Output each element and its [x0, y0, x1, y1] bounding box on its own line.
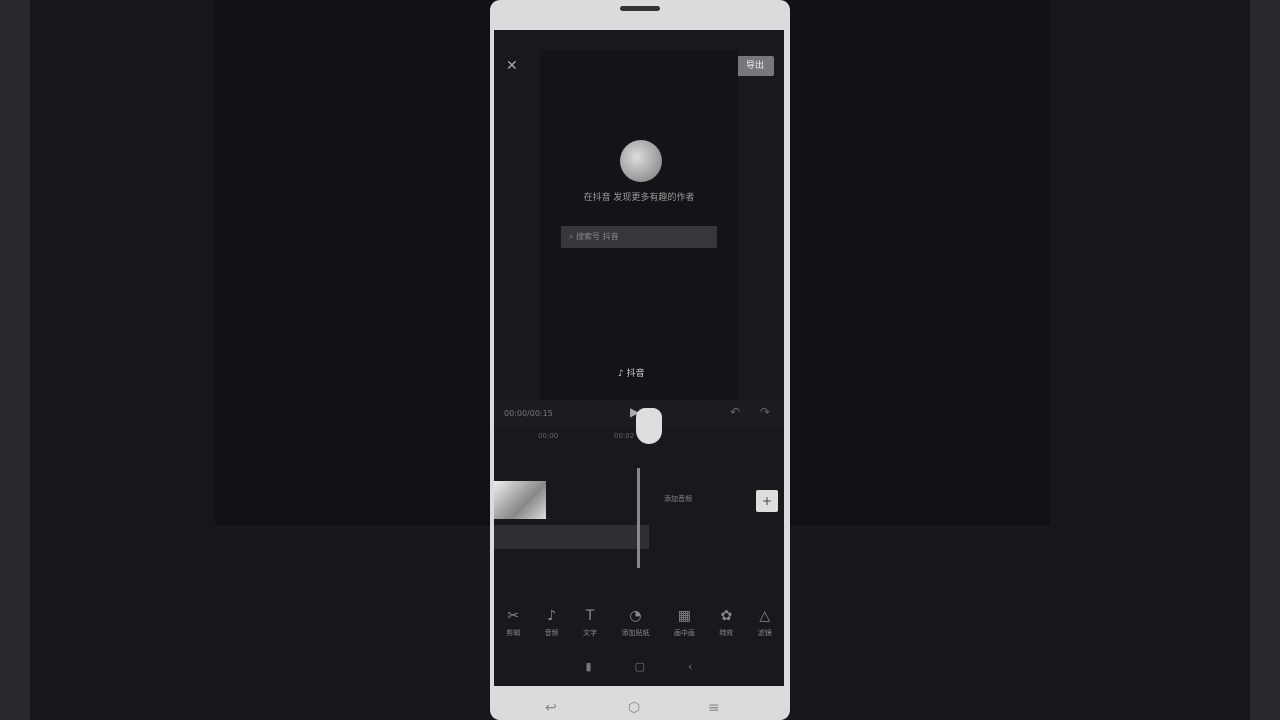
tool-filter[interactable]: △ 滤镜 [758, 608, 772, 638]
tool-effects[interactable]: ✿ 特效 [719, 608, 733, 638]
ruler-tick: 00:00 [538, 432, 559, 440]
sticker-icon: ◔ [629, 608, 642, 624]
toolbar: ✂ 剪辑 ♪ 音频 T 文字 ◔ 添加贴纸 ▦ 画中画 ✿ 特效 △ 滤镜 [494, 608, 784, 638]
tool-label: 音频 [544, 629, 559, 637]
music-note-icon: ♪ [618, 369, 624, 379]
preview-search-bar: ⌕ 搜索号 抖音 [561, 226, 717, 248]
hardware-home-icon[interactable]: ⬡ [628, 700, 640, 716]
text-icon: T [585, 608, 595, 624]
timecode: 00:00/00:15 [504, 409, 553, 418]
tiktok-logo: ♪ 抖音 [618, 366, 645, 379]
tool-pip[interactable]: ▦ 画中画 [674, 608, 695, 638]
pip-icon: ▦ [677, 608, 691, 624]
background-edge-left [0, 0, 30, 720]
playhead[interactable] [637, 468, 640, 568]
phone-speaker [620, 6, 660, 11]
tool-label: 特效 [719, 629, 734, 637]
phone-frame: ✕ ⛶ 导出 在抖音 发现更多有趣的作者 ⌕ 搜索号 抖音 ♪ 抖音 00:00… [490, 0, 790, 720]
back-icon[interactable]: ‹ [688, 660, 692, 673]
undo-icon[interactable]: ↶ [730, 405, 740, 419]
search-placeholder: 搜索号 抖音 [576, 232, 619, 241]
preview-caption: 在抖音 发现更多有趣的作者 [583, 193, 695, 203]
system-nav-bar: ▮ ▢ ‹ [494, 660, 784, 673]
logo-text: 抖音 [626, 369, 645, 379]
hardware-menu-icon[interactable]: ≡ [708, 700, 720, 716]
effects-icon: ✿ [720, 608, 733, 624]
tool-cut[interactable]: ✂ 剪辑 [506, 608, 520, 638]
video-clip-thumbnail[interactable] [494, 481, 546, 519]
tool-label: 剪辑 [506, 629, 521, 637]
touch-pointer-hand [636, 408, 662, 444]
avatar [620, 140, 662, 182]
search-icon: ⌕ [569, 232, 577, 241]
close-icon[interactable]: ✕ [506, 58, 518, 74]
tool-label: 文字 [583, 629, 598, 637]
track-segment[interactable] [494, 525, 649, 549]
hardware-back-icon[interactable]: ↩ [545, 700, 557, 716]
home-icon[interactable]: ▢ [635, 660, 645, 673]
add-audio-button[interactable]: 添加音频 [664, 494, 692, 504]
background-edge-right [1250, 0, 1280, 720]
tool-label: 添加贴纸 [621, 629, 650, 637]
add-clip-button[interactable]: + [756, 490, 778, 512]
tool-audio[interactable]: ♪ 音频 [545, 608, 559, 638]
recents-icon[interactable]: ▮ [586, 660, 592, 673]
tool-text[interactable]: T 文字 [583, 608, 597, 638]
video-preview [540, 50, 738, 400]
scissors-icon: ✂ [507, 608, 520, 624]
tool-sticker[interactable]: ◔ 添加贴纸 [621, 608, 649, 638]
redo-icon[interactable]: ↷ [760, 405, 770, 419]
tool-label: 滤镜 [757, 629, 772, 637]
ruler-tick: 00:02 [614, 432, 635, 440]
export-button[interactable]: 导出 [736, 56, 774, 76]
music-icon: ♪ [547, 608, 557, 624]
filter-icon: △ [759, 608, 771, 624]
tool-label: 画中画 [673, 629, 695, 637]
editor-screen: ✕ ⛶ 导出 在抖音 发现更多有趣的作者 ⌕ 搜索号 抖音 ♪ 抖音 00:00… [494, 30, 784, 686]
